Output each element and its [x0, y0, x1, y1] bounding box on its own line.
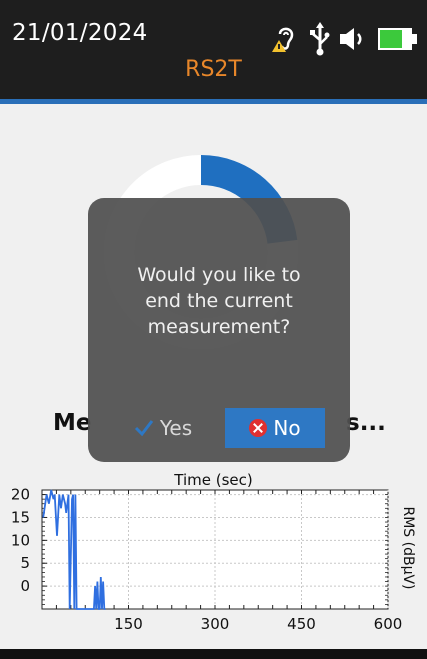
- x-tick-label: 450: [287, 615, 316, 633]
- x-tick-label: 300: [201, 615, 230, 633]
- no-button-label: No: [273, 416, 301, 440]
- device-title: RS2T: [185, 57, 242, 82]
- status-bar: 21/01/2024 RS2T: [0, 0, 427, 99]
- y-tick-label: 20: [11, 488, 30, 504]
- y-tick-label: 15: [11, 508, 30, 526]
- x-tick-label: 600: [374, 615, 403, 633]
- close-icon: [249, 419, 268, 437]
- yes-button[interactable]: Yes: [118, 408, 208, 448]
- confirm-end-dialog: Would you like to end the current measur…: [88, 198, 350, 462]
- no-button[interactable]: No: [225, 408, 325, 448]
- battery-icon: [378, 28, 417, 50]
- y-tick-label: 0: [20, 577, 30, 595]
- measurement-label-end: s...: [346, 410, 386, 436]
- speaker-icon: [340, 28, 362, 50]
- y-axis-label: RMS (dBµV): [400, 506, 416, 589]
- measurement-label-start: Me: [53, 410, 92, 436]
- y-tick-label: 10: [11, 531, 30, 549]
- y-tick-label: 5: [20, 554, 30, 572]
- checkmark-icon: [134, 420, 154, 437]
- dialog-message-line-3: measurement?: [147, 316, 291, 338]
- yes-button-label: Yes: [159, 416, 193, 440]
- x-tick-label: 150: [114, 615, 143, 633]
- hearing-warning-icon: [272, 27, 294, 52]
- dialog-message-line-1: Would you like to: [137, 264, 301, 286]
- plot-title: Time (sec): [174, 471, 253, 489]
- dialog-message: Would you like to end the current measur…: [88, 262, 350, 340]
- bottom-bar: [0, 649, 427, 659]
- usb-icon: [310, 22, 330, 56]
- rms-plot: 150 300 450 600 20 15 10 5 0 RMS (dBµV): [11, 488, 416, 633]
- dialog-message-line-2: end the current: [145, 290, 293, 312]
- date-label: 21/01/2024: [12, 20, 148, 46]
